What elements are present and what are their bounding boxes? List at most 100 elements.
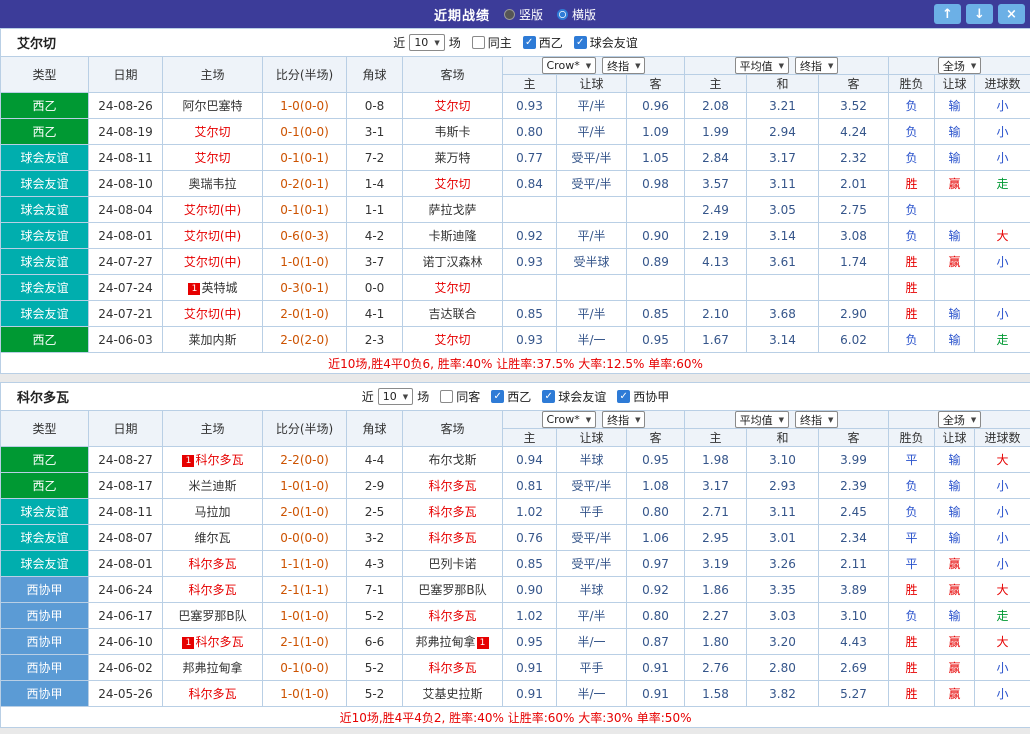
filter-checkbox[interactable]: 同客 (440, 388, 480, 405)
checkbox-label: 同客 (456, 388, 480, 405)
match-date: 24-08-11 (89, 145, 163, 171)
odds-away (627, 197, 685, 223)
recent-results-panel: 近期战绩 竖版 横版 ↑ ↓ × 艾尔切近10▼场同主✓西乙✓球会友谊类型日期主… (0, 0, 1030, 734)
goals-result-cell: 大 (975, 447, 1030, 473)
odds-home: 0.93 (503, 93, 557, 119)
odds-handicap (557, 275, 627, 301)
result-cell: 胜 (889, 629, 935, 655)
titlebar-buttons: ↑ ↓ × (934, 4, 1025, 24)
away-team: 科尔多瓦 (403, 655, 503, 681)
match-type-badge: 西协甲 (1, 655, 89, 681)
scope-select[interactable]: 全场▼ (938, 411, 981, 428)
filter-checkbox[interactable]: ✓球会友谊 (574, 34, 638, 51)
avg-home: 2.27 (685, 603, 747, 629)
goals-result-cell: 小 (975, 301, 1030, 327)
odds-away: 0.91 (627, 655, 685, 681)
corner-cell: 4-1 (347, 301, 403, 327)
summary-stats: 近10场,胜4平4负2, 胜率:40% 让胜率:60% 大率:30% 单率:50… (1, 707, 1030, 728)
odds-stage-select[interactable]: 终指▼ (602, 57, 645, 74)
goals-result-cell: 走 (975, 171, 1030, 197)
score-cell: 2-2(0-0) (263, 447, 347, 473)
score-cell: 0-1(0-1) (263, 197, 347, 223)
odds-away: 0.85 (627, 301, 685, 327)
odds-handicap: 受平/半 (557, 473, 627, 499)
team-name-text: 科尔多瓦 (428, 661, 476, 675)
odds-home: 0.84 (503, 171, 557, 197)
away-team: 布尔戈斯 (403, 447, 503, 473)
section-filter-row: 科尔多瓦近10▼场同客✓西乙✓球会友谊✓西协甲 (1, 383, 1030, 411)
section-team-name: 科尔多瓦 (17, 387, 69, 406)
odds-source-select[interactable]: Crow*▼ (542, 57, 597, 74)
odds-source-select[interactable]: Crow*▼ (542, 411, 597, 428)
odds-group-header: Crow*▼ 终指▼ (503, 57, 685, 75)
avg-away (819, 275, 889, 301)
odds-home: 1.02 (503, 603, 557, 629)
scope-select[interactable]: 全场▼ (938, 57, 981, 74)
odds-handicap: 平手 (557, 499, 627, 525)
goals-result-cell: 小 (975, 93, 1030, 119)
team-name-text: 艾基史拉斯 (422, 687, 482, 701)
filter-checkbox[interactable]: 同主 (472, 34, 512, 51)
team-name-text: 阿尔巴塞特 (182, 99, 242, 113)
chevron-down-icon: ▼ (586, 416, 591, 424)
odds-away: 0.90 (627, 223, 685, 249)
odds-home: 0.93 (503, 249, 557, 275)
handicap-result-cell: 输 (935, 301, 975, 327)
avg-stage-select[interactable]: 终指▼ (795, 57, 838, 74)
handicap-result-cell (935, 275, 975, 301)
filter-suffix-label: 场 (417, 388, 429, 405)
odds-home (503, 275, 557, 301)
filter-checkbox[interactable]: ✓西协甲 (617, 388, 669, 405)
result-cell: 负 (889, 145, 935, 171)
home-team: 艾尔切(中) (163, 249, 263, 275)
odds-handicap: 受半球 (557, 249, 627, 275)
home-team: 艾尔切(中) (163, 197, 263, 223)
column-subheader: 让球 (557, 75, 627, 93)
select-value: 10 (383, 390, 397, 403)
avg-draw: 3.14 (747, 223, 819, 249)
avg-away: 4.43 (819, 629, 889, 655)
odds-away: 0.80 (627, 499, 685, 525)
team-name-text: 艾尔切(中) (184, 307, 241, 321)
avg-stage-select[interactable]: 终指▼ (795, 411, 838, 428)
home-team: 马拉加 (163, 499, 263, 525)
move-up-button[interactable]: ↑ (934, 4, 961, 24)
home-team: 莱加内斯 (163, 327, 263, 353)
layout-radio-vertical[interactable]: 竖版 (504, 6, 543, 23)
odds-away: 1.08 (627, 473, 685, 499)
goals-result-cell: 小 (975, 145, 1030, 171)
layout-radio-horizontal[interactable]: 横版 (557, 6, 596, 23)
table-row: 西乙24-06-03莱加内斯2-0(2-0)2-3艾尔切0.93半/一0.951… (1, 327, 1030, 353)
column-subheader: 主 (503, 429, 557, 447)
match-date: 24-07-24 (89, 275, 163, 301)
avg-away: 3.08 (819, 223, 889, 249)
avg-draw: 3.11 (747, 499, 819, 525)
score-cell: 1-0(1-0) (263, 603, 347, 629)
corner-cell: 1-1 (347, 197, 403, 223)
chevron-down-icon: ▼ (635, 62, 640, 70)
match-count-select[interactable]: 10▼ (409, 34, 444, 51)
match-date: 24-06-17 (89, 603, 163, 629)
table-row: 球会友谊24-08-11马拉加2-0(1-0)2-5科尔多瓦1.02平手0.80… (1, 499, 1030, 525)
match-count-select[interactable]: 10▼ (378, 388, 413, 405)
filter-checkbox[interactable]: ✓西乙 (523, 34, 563, 51)
column-subheader: 进球数 (975, 75, 1030, 93)
select-value: 终指 (607, 412, 629, 428)
filter-checkbox[interactable]: ✓西乙 (491, 388, 531, 405)
odds-stage-select[interactable]: 终指▼ (602, 411, 645, 428)
column-subheader: 主 (685, 75, 747, 93)
team-name-text: 吉达联合 (428, 307, 476, 321)
filter-checkbox[interactable]: ✓球会友谊 (542, 388, 606, 405)
avg-source-select[interactable]: 平均值▼ (735, 411, 789, 428)
away-team: 卡斯迪隆 (403, 223, 503, 249)
odds-handicap: 半/一 (557, 327, 627, 353)
odds-home: 0.81 (503, 473, 557, 499)
table-row: 西协甲24-06-24科尔多瓦2-1(1-1)7-1巴塞罗那B队0.90半球0.… (1, 577, 1030, 603)
table-row: 西协甲24-06-02邦弗拉甸拿0-1(0-0)5-2科尔多瓦0.91平手0.9… (1, 655, 1030, 681)
close-button[interactable]: × (998, 4, 1025, 24)
move-down-button[interactable]: ↓ (966, 4, 993, 24)
match-date: 24-07-27 (89, 249, 163, 275)
home-team: 艾尔切 (163, 145, 263, 171)
odds-home (503, 197, 557, 223)
avg-source-select[interactable]: 平均值▼ (735, 57, 789, 74)
